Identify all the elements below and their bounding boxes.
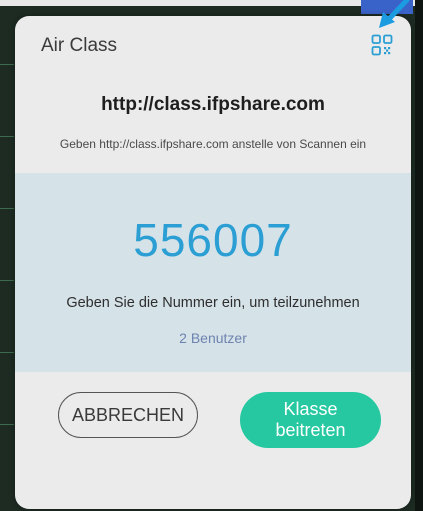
user-count: 2 Benutzer xyxy=(179,330,247,346)
qr-code-button[interactable] xyxy=(371,34,393,56)
background-divider xyxy=(0,208,14,209)
background-button xyxy=(361,0,413,14)
air-class-dialog: Air Class http://class.ifpshare.com Gebe… xyxy=(15,16,411,509)
background-topbar xyxy=(0,0,423,6)
background-divider xyxy=(0,64,14,65)
class-code: 556007 xyxy=(133,214,293,266)
background-divider xyxy=(0,352,14,353)
dialog-title: Air Class xyxy=(41,35,118,56)
class-code-panel: 556007 Geben Sie die Nummer ein, um teil… xyxy=(15,173,411,372)
qr-code-icon xyxy=(371,34,393,56)
background-strip xyxy=(415,0,423,511)
background-divider xyxy=(0,424,14,425)
join-class-button[interactable]: Klasse beitreten xyxy=(240,392,381,448)
cancel-button[interactable]: ABBRECHEN xyxy=(58,392,198,438)
class-url: http://class.ifpshare.com xyxy=(101,94,325,115)
url-hint: Geben http://class.ifpshare.com anstelle… xyxy=(59,137,367,151)
background-divider xyxy=(0,136,14,137)
background-divider xyxy=(0,280,14,281)
code-instruction: Geben Sie die Nummer ein, um teilzunehme… xyxy=(66,295,360,311)
